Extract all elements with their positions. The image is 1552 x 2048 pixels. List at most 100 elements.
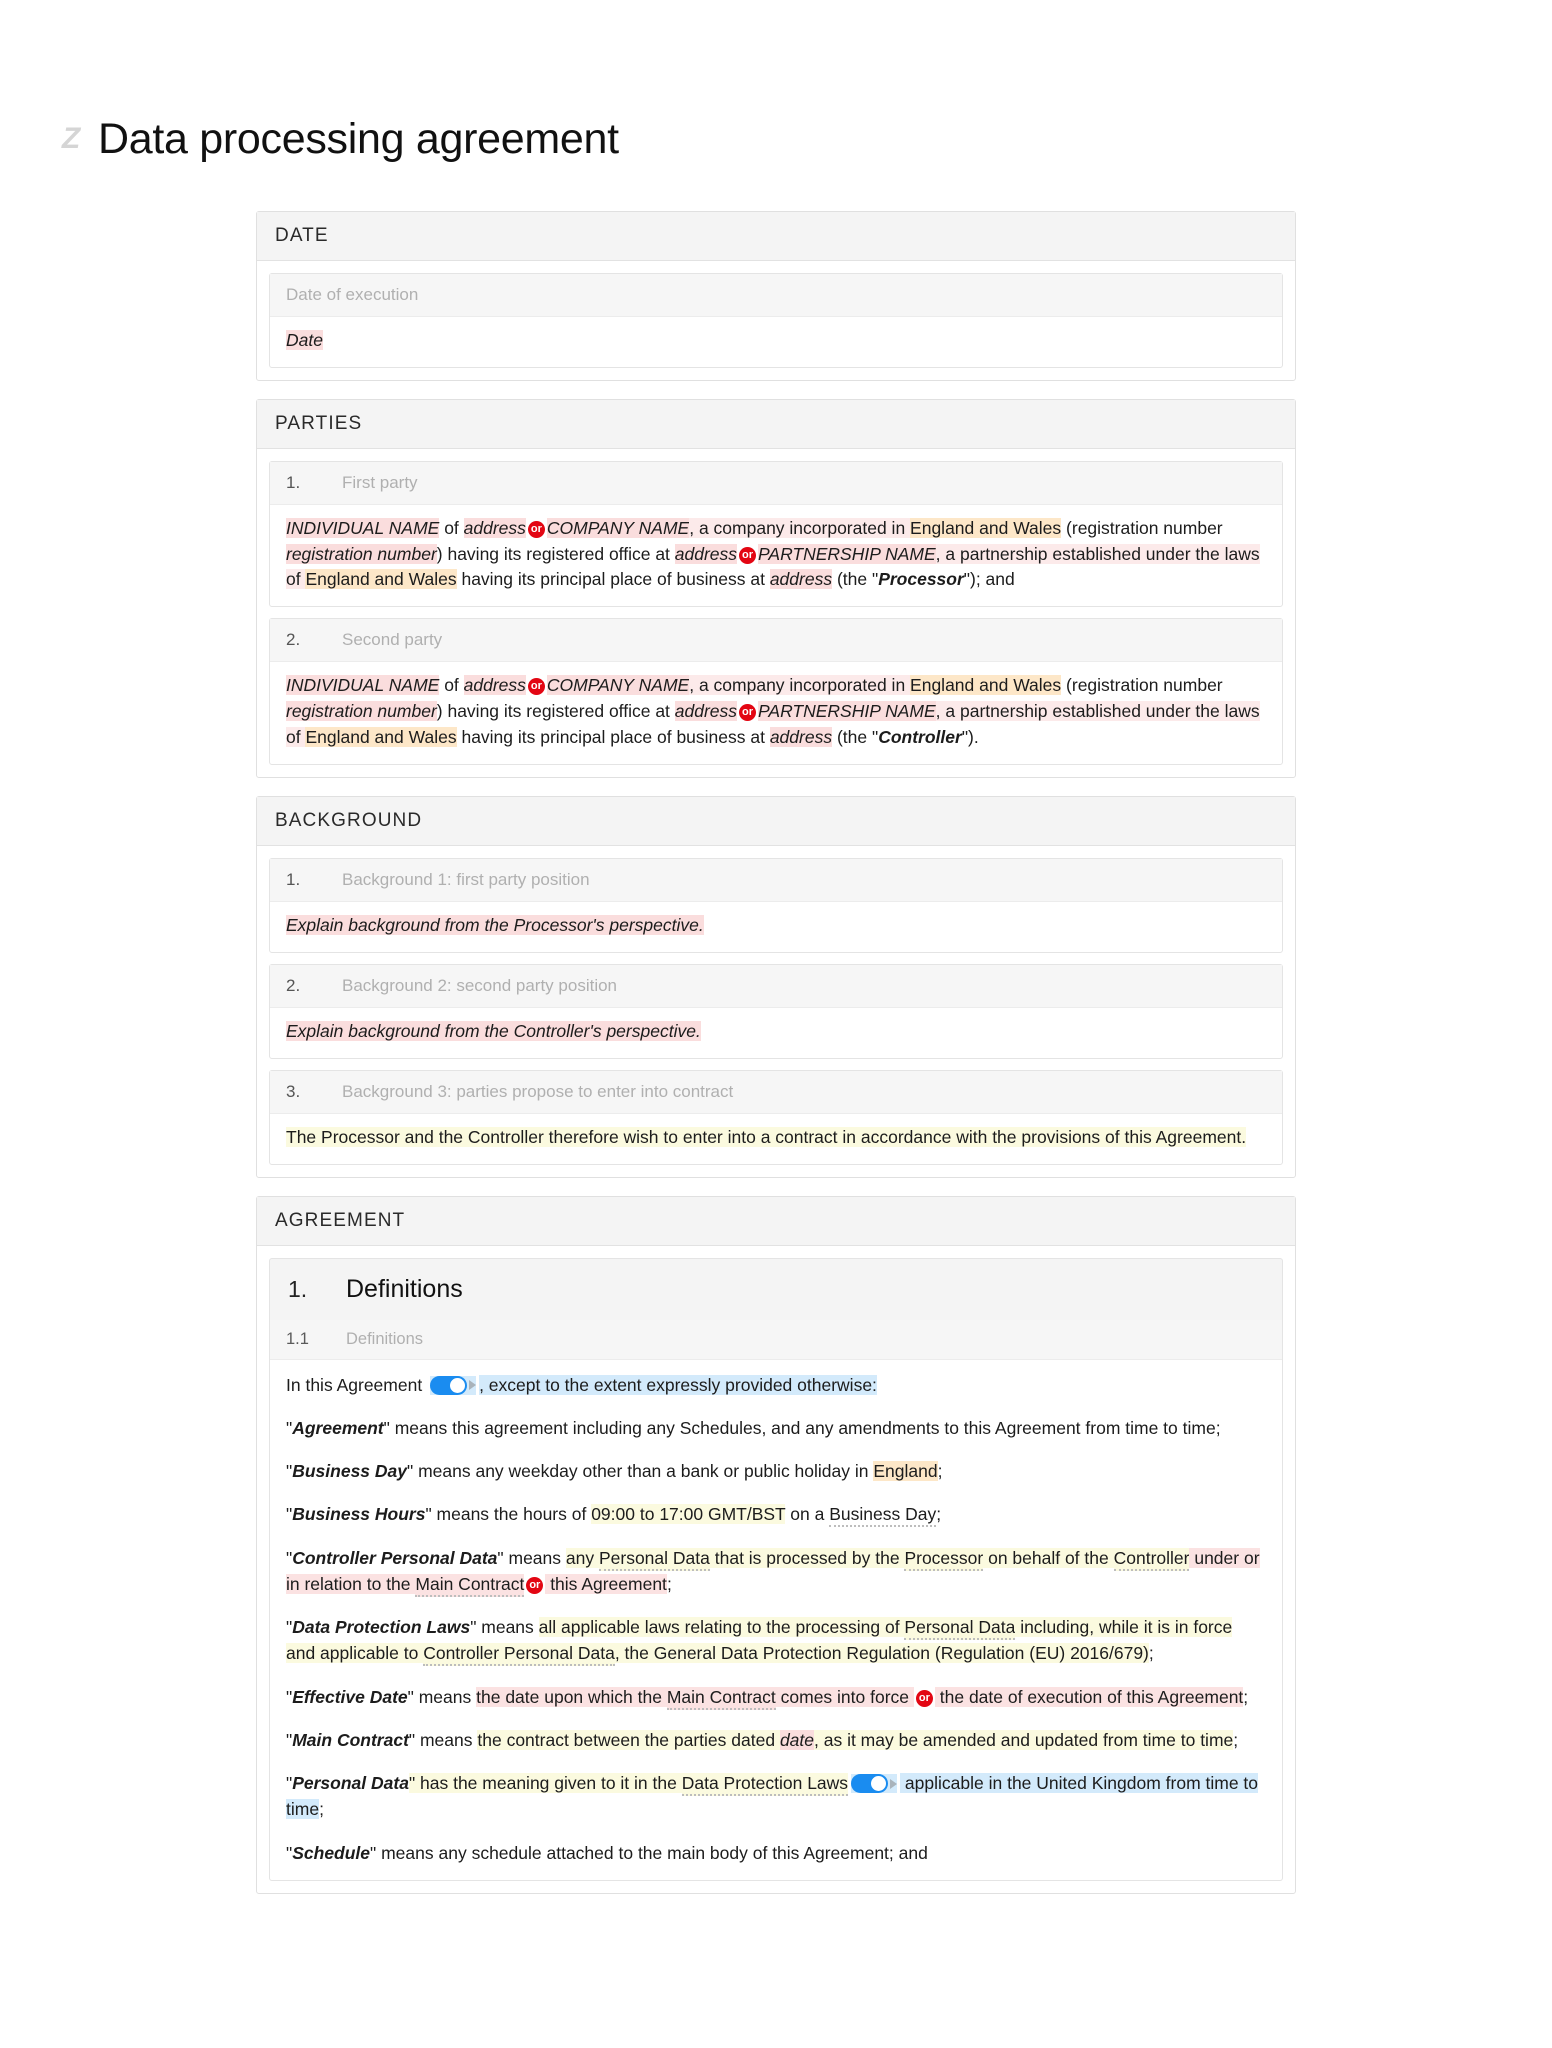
- clause-head: 3. Background 3: parties propose to ente…: [270, 1070, 1282, 1114]
- agreement-clause-number: 1.: [288, 1275, 308, 1302]
- address-placeholder-3[interactable]: address: [769, 569, 833, 590]
- definition-text: any: [565, 1547, 599, 1568]
- address-placeholder-1[interactable]: address: [463, 517, 526, 538]
- definition-text: the date upon which the: [476, 1686, 667, 1707]
- section-background: BACKGROUND 1. Background 1: first party …: [256, 795, 1296, 1178]
- definition-text: " means: [470, 1617, 539, 1638]
- definition-text-tail: ;: [937, 1461, 943, 1482]
- business-hours-highlight[interactable]: 09:00 to 17:00 GMT/BST: [591, 1504, 786, 1525]
- definition-business-day: "Business Day" means any weekday other t…: [286, 1461, 943, 1482]
- definition-text: " means any schedule attached to the mai…: [370, 1842, 928, 1863]
- definition-text: " means the hours of: [425, 1504, 592, 1525]
- chevron-right-icon[interactable]: [469, 1380, 477, 1391]
- individual-name-placeholder[interactable]: INDIVIDUAL NAME: [286, 517, 440, 538]
- company-name-placeholder[interactable]: COMPANY NAME: [546, 517, 690, 538]
- toggle-switch-icon[interactable]: [430, 1375, 468, 1395]
- toggle-knob: [450, 1377, 466, 1393]
- static-text: of: [439, 517, 464, 538]
- address-placeholder-1[interactable]: address: [463, 675, 526, 696]
- registration-number-placeholder[interactable]: registration number: [286, 701, 437, 722]
- clause-body[interactable]: INDIVIDUAL NAME of address or COMPANY NAME…: [270, 505, 1282, 607]
- static-text: (the ": [832, 727, 879, 748]
- definition-term: Controller Personal Data: [292, 1547, 498, 1568]
- sub-clause-head: 1.1 Definitions: [270, 1319, 1282, 1360]
- agreement-clause-1-head[interactable]: 1. Definitions: [269, 1257, 1283, 1320]
- or-badge-icon[interactable]: or: [915, 1689, 933, 1707]
- definition-text: that is processed by the: [709, 1547, 905, 1568]
- definition-text-tail: ;: [1148, 1643, 1154, 1664]
- registration-number-placeholder[interactable]: registration number: [286, 543, 437, 564]
- static-text: ) having its registered office at: [436, 543, 675, 564]
- defined-term-ref[interactable]: Business Day: [829, 1504, 937, 1528]
- agreement-clause-title: Definitions: [346, 1274, 463, 1303]
- defined-term-ref[interactable]: Main Contract: [415, 1573, 525, 1597]
- or-badge-icon[interactable]: or: [526, 1576, 544, 1594]
- definition-term: Business Hours: [292, 1504, 426, 1525]
- clause-label: Background 1: first party position: [342, 869, 590, 889]
- background-2-placeholder[interactable]: Explain background from the Controller's…: [286, 1020, 701, 1041]
- individual-name-placeholder[interactable]: INDIVIDUAL NAME: [286, 675, 440, 696]
- clause-label: First party: [342, 472, 418, 492]
- or-badge-icon[interactable]: or: [527, 520, 545, 538]
- static-text: (registration number: [1061, 517, 1223, 538]
- or-badge-icon[interactable]: or: [527, 678, 545, 696]
- partnership-name-placeholder[interactable]: PARTNERSHIP NAME: [758, 543, 936, 564]
- jurisdiction-highlight-2[interactable]: England and Wales: [305, 569, 457, 590]
- defined-term-ref[interactable]: Processor: [904, 1547, 984, 1571]
- partnership-name-placeholder[interactable]: PARTNERSHIP NAME: [758, 701, 936, 722]
- jurisdiction-highlight-2[interactable]: England and Wales: [305, 727, 457, 748]
- toggle-switch-icon[interactable]: [851, 1774, 889, 1794]
- conditional-toggle-1[interactable]: [430, 1375, 477, 1395]
- company-name-placeholder[interactable]: COMPANY NAME: [546, 675, 690, 696]
- definition-term: Agreement: [292, 1417, 384, 1438]
- definition-main-contract: "Main Contract" means the contract betwe…: [286, 1729, 1239, 1750]
- definition-term: Main Contract: [292, 1729, 409, 1750]
- address-placeholder-2[interactable]: address: [674, 543, 738, 564]
- clause-first-party[interactable]: 1. First party INDIVIDUAL NAME of addres…: [269, 460, 1283, 608]
- defined-term-ref[interactable]: Personal Data: [904, 1617, 1016, 1641]
- date-placeholder-value[interactable]: Date: [286, 329, 323, 350]
- definition-term: Data Protection Laws: [292, 1617, 471, 1638]
- address-placeholder-3[interactable]: address: [769, 727, 833, 748]
- clause-body[interactable]: Date: [270, 317, 1282, 367]
- defined-term-ref[interactable]: Controller Personal Data: [423, 1643, 615, 1667]
- clause-background-3[interactable]: 3. Background 3: parties propose to ente…: [269, 1069, 1283, 1165]
- definition-text: , as it may be amended and updated from …: [814, 1729, 1234, 1750]
- or-badge-icon[interactable]: or: [739, 704, 757, 722]
- section-heading-background: BACKGROUND: [257, 796, 1295, 846]
- background-1-placeholder[interactable]: Explain background from the Processor's …: [286, 914, 704, 935]
- static-text: ").: [961, 727, 979, 748]
- definition-text-tail: ;: [1243, 1686, 1249, 1707]
- defined-term-ref[interactable]: Data Protection Laws: [681, 1773, 849, 1797]
- clause-background-2[interactable]: 2. Background 2: second party position E…: [269, 963, 1283, 1059]
- defined-term-ref[interactable]: Main Contract: [666, 1686, 776, 1710]
- background-3-text[interactable]: The Processor and the Controller therefo…: [286, 1126, 1247, 1147]
- definition-term: Personal Data: [292, 1773, 409, 1794]
- clause-body[interactable]: Explain background from the Controller's…: [270, 1008, 1282, 1058]
- jurisdiction-highlight-1[interactable]: England and Wales: [910, 517, 1062, 538]
- static-text: having its principal place of business a…: [456, 569, 770, 590]
- or-badge-icon[interactable]: or: [739, 546, 757, 564]
- clause-background-1[interactable]: 1. Background 1: first party position Ex…: [269, 857, 1283, 953]
- clause-body[interactable]: INDIVIDUAL NAME of address or COMPANY NAME…: [270, 662, 1282, 764]
- clause-number: 1.: [286, 869, 301, 889]
- jurisdiction-highlight[interactable]: England: [873, 1461, 938, 1482]
- date-placeholder[interactable]: date: [779, 1729, 814, 1750]
- clause-body[interactable]: The Processor and the Controller therefo…: [270, 1114, 1282, 1164]
- conditional-toggle-2[interactable]: [851, 1774, 898, 1794]
- clause-body[interactable]: Explain background from the Processor's …: [270, 902, 1282, 952]
- jurisdiction-highlight-1[interactable]: England and Wales: [910, 675, 1062, 696]
- definition-text: the contract between the parties dated: [477, 1729, 780, 1750]
- clause-number: 3.: [286, 1081, 301, 1101]
- defined-term-ref[interactable]: Personal Data: [598, 1547, 710, 1571]
- section-parties: PARTIES 1. First party INDIVIDUAL NAME o…: [256, 398, 1296, 778]
- clause-number: 2.: [286, 975, 301, 995]
- definition-text: this Agreement: [545, 1573, 667, 1594]
- clause-label: Second party: [342, 630, 443, 650]
- static-text: having its principal place of business a…: [456, 727, 770, 748]
- clause-second-party[interactable]: 2. Second party INDIVIDUAL NAME of addre…: [269, 618, 1283, 765]
- address-placeholder-2[interactable]: address: [674, 701, 738, 722]
- defined-term-ref[interactable]: Controller: [1113, 1547, 1190, 1571]
- clause-date-of-execution[interactable]: Date of execution Date: [269, 272, 1283, 368]
- chevron-right-icon[interactable]: [890, 1778, 898, 1789]
